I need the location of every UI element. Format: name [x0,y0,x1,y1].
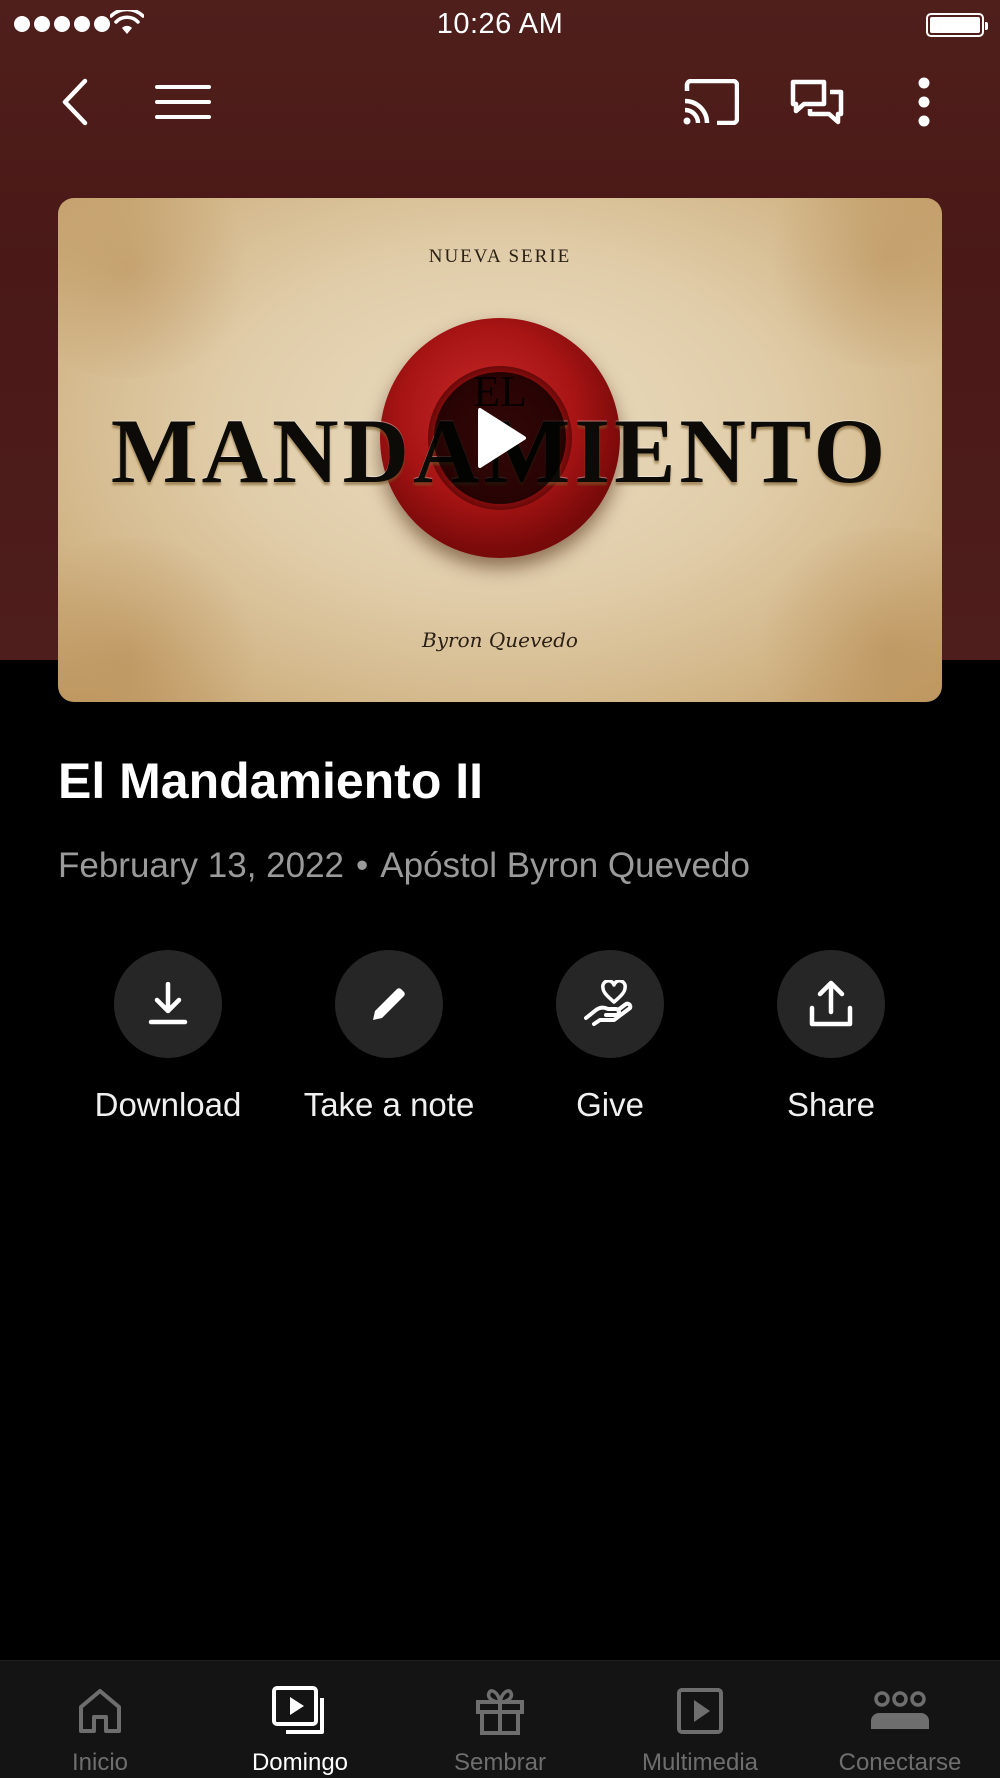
group-icon [871,1691,929,1729]
menu-button[interactable] [150,60,216,144]
give-circle[interactable] [556,950,664,1058]
status-time: 10:26 AM [436,8,564,40]
battery-icon [926,13,988,37]
download-button[interactable]: Download [58,950,278,1124]
bottom-tab-bar: Inicio Domingo Sembrar Multimedia Conect… [0,1660,1000,1778]
share-button[interactable]: Share [721,950,941,1124]
top-nav-bar [0,60,1000,144]
heart-hand-icon [584,980,633,1026]
cast-button[interactable] [676,60,746,144]
tab-sembrar[interactable]: Sembrar [400,1661,600,1778]
pencil-icon [373,988,405,1020]
meta-separator: • [356,846,369,885]
back-button[interactable] [44,60,104,144]
download-circle[interactable] [114,950,222,1058]
paper-stain [58,198,258,378]
action-row: Download Take a note Give Share [0,950,1000,1130]
chat-button[interactable] [782,60,852,144]
download-label: Download [94,1086,242,1123]
hamburger-icon [155,85,211,119]
gift-icon [476,1689,524,1735]
give-label: Give [576,1086,644,1123]
tab-multimedia[interactable]: Multimedia [600,1661,800,1778]
share-label: Share [786,1086,876,1123]
chevron-left-icon [62,78,88,126]
sermon-thumbnail[interactable]: NUEVA SERIE EL MANDAMIENTO Byron Quevedo [58,198,942,702]
share-upload-icon [809,980,853,1027]
series-label: NUEVA SERIE [428,246,572,267]
paper-stain [748,528,942,702]
sermon-title: El Mandamiento II [58,753,484,809]
tab-inicio[interactable]: Inicio [0,1661,200,1778]
tab-inicio-label: Inicio [71,1749,129,1776]
tab-domingo-label: Domingo [251,1749,349,1776]
take-note-circle[interactable] [335,950,443,1058]
download-icon [148,982,188,1025]
share-circle[interactable] [777,950,885,1058]
paper-stain [58,538,268,702]
cast-icon [683,79,739,125]
home-icon [79,1689,121,1733]
more-vertical-icon [918,77,930,127]
take-note-button[interactable]: Take a note [279,950,499,1124]
play-square-icon [677,1688,723,1734]
sermon-speaker: Apóstol Byron Quevedo [380,846,750,885]
play-button[interactable] [434,372,566,504]
sermon-date: February 13, 2022 [58,846,345,885]
video-library-icon [272,1686,324,1734]
artwork-signature: Byron Quevedo [422,628,578,652]
paper-stain [758,198,942,368]
more-options-button[interactable] [896,60,952,144]
tab-conectarse[interactable]: Conectarse [800,1661,1000,1778]
sermon-meta: February 13, 2022 • Apóstol Byron Quevedo [58,846,750,886]
tab-conectarse-label: Conectarse [838,1749,962,1776]
chat-bubbles-icon [790,79,844,125]
tab-sembrar-label: Sembrar [453,1749,547,1776]
tab-domingo[interactable]: Domingo [200,1661,400,1778]
take-note-label: Take a note [303,1086,475,1123]
tab-multimedia-label: Multimedia [641,1749,759,1776]
status-bar: 10:26 AM [0,0,1000,50]
give-button[interactable]: Give [500,950,720,1124]
play-icon [478,408,526,468]
